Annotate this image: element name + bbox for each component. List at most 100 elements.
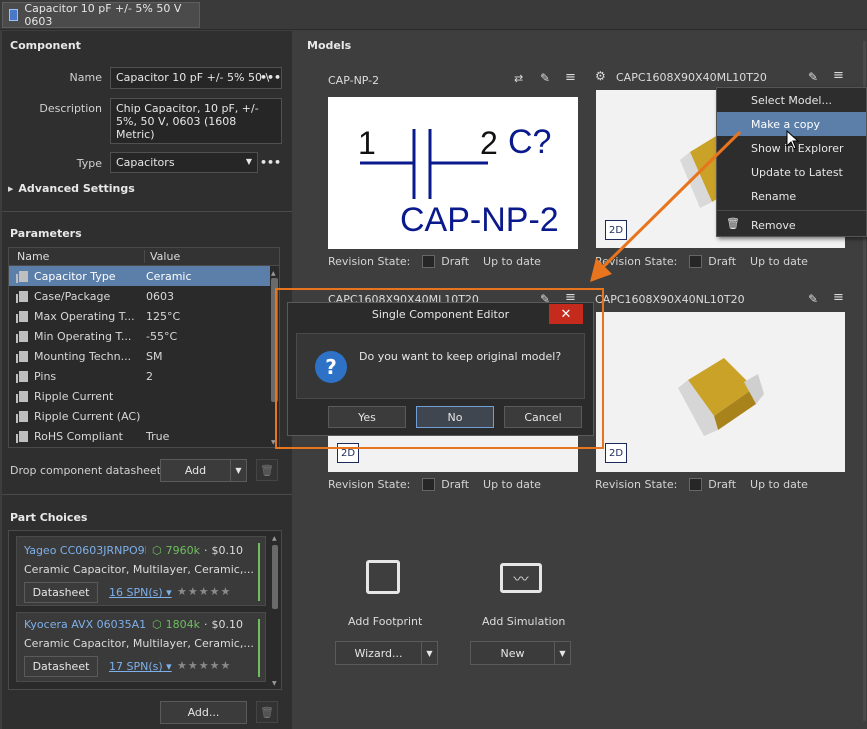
menu-icon[interactable]: ≡ <box>833 290 844 305</box>
parameter-value-cell: True <box>146 429 170 443</box>
table-row[interactable]: Case/Package 0603 <box>9 286 279 306</box>
menu-icon[interactable]: ≡ <box>833 68 844 83</box>
parameter-name: Mounting Techn... <box>34 349 132 363</box>
mouse-cursor-icon <box>786 130 800 150</box>
parameter-document-icon <box>16 350 28 363</box>
draft-checkbox[interactable] <box>422 255 436 268</box>
draft-checkbox[interactable] <box>689 478 703 491</box>
trash-icon[interactable]: 🗑 <box>256 459 278 481</box>
menu-icon[interactable]: ≡ <box>565 70 576 85</box>
column-header-value[interactable]: Value <box>144 250 279 263</box>
part-choice-stock: ⬡ 7960k · $0.10 <box>152 544 243 557</box>
datasheet-add-button[interactable]: Add ▼ <box>160 459 247 482</box>
parameter-document-icon <box>16 330 28 343</box>
price: $0.10 <box>211 544 243 557</box>
table-row[interactable]: Pins 2 <box>9 366 279 386</box>
draft-label: Draft <box>708 478 737 491</box>
parameter-document-icon <box>16 270 28 283</box>
advanced-settings-toggle[interactable]: ▶ Advanced Settings <box>8 182 135 195</box>
part-choice-link[interactable]: Kyocera AVX 06035A100... <box>24 618 146 631</box>
chevron-down-icon[interactable]: ▼ <box>230 460 246 481</box>
part-choice-card[interactable]: Kyocera AVX 06035A100... ⬡ 1804k · $0.10… <box>16 612 266 682</box>
status-label: Up to date <box>483 478 541 491</box>
edit-pencil-icon[interactable]: ✎ <box>540 71 550 85</box>
trash-icon[interactable]: 🗑 <box>256 701 278 723</box>
parameter-name: RoHS Compliant <box>34 429 123 443</box>
caret-right-icon: ▶ <box>8 184 14 193</box>
part-choice-card[interactable]: Yageo CC0603JRNPO9BN ⬡ 7960k · $0.10 Cer… <box>16 536 266 606</box>
spn-dropdown[interactable]: 17 SPN(s) ▾ <box>109 660 172 673</box>
model-card-title: CAPC1608X90X40NL10T20 <box>595 293 745 306</box>
table-row[interactable]: Ripple Current <box>9 386 279 406</box>
chevron-down-icon[interactable]: ▼ <box>554 642 570 664</box>
parameter-value-cell: 0603 <box>146 289 174 303</box>
advanced-settings-label: Advanced Settings <box>18 182 135 195</box>
document-tab[interactable]: Capacitor 10 pF +/- 5% 50 V 0603 <box>2 2 200 28</box>
revision-label: Revision State: <box>328 478 411 491</box>
parameter-name-cell: Min Operating T... <box>9 330 144 343</box>
status-label: Up to date <box>750 255 808 268</box>
datasheet-drop-label: Drop component datasheet <box>10 464 162 477</box>
description-field-value: Chip Capacitor, 10 pF, +/- 5%, 50 V, 060… <box>116 102 259 141</box>
spn-dropdown[interactable]: 16 SPN(s) ▾ <box>109 586 172 599</box>
model-card-title: CAP-NP-2 <box>328 74 380 87</box>
revision-state-row: Revision State: Draft Up to date <box>595 478 808 491</box>
table-row[interactable]: Mounting Techn... SM <box>9 346 279 366</box>
parameter-name: Ripple Current (AC) <box>34 409 141 423</box>
chevron-down-icon[interactable]: ▼ <box>421 642 437 664</box>
revision-label: Revision State: <box>328 255 411 268</box>
add-footprint-label: Add Footprint <box>348 615 423 628</box>
table-row[interactable]: Max Operating T... 125°C <box>9 306 279 326</box>
type-select-value: Capacitors <box>116 156 175 169</box>
name-field[interactable]: Capacitor 10 pF +/- 5% 50 \ <box>110 67 282 89</box>
part-choice-description: Ceramic Capacitor, Multilayer, Ceramic,.… <box>24 563 254 576</box>
part-choices-scrollbar[interactable]: ▲ ▼ <box>272 535 279 687</box>
type-more-button[interactable]: ••• <box>260 156 281 169</box>
stock-count: 1804k <box>165 618 200 631</box>
footprint-chip-icon <box>366 560 400 594</box>
parameter-value-cell: 125°C <box>146 309 181 323</box>
parameter-name-cell: Ripple Current <box>9 390 144 403</box>
datasheet-button[interactable]: Datasheet <box>24 656 98 677</box>
revision-state-row: Revision State: Draft Up to date <box>328 478 541 491</box>
edit-pencil-icon[interactable]: ✎ <box>808 70 818 84</box>
part-choice-description: Ceramic Capacitor, Multilayer, Ceramic,.… <box>24 637 254 650</box>
parameter-document-icon <box>16 390 28 403</box>
rating-stars: ★★★★★ <box>177 659 232 672</box>
schematic-preview[interactable]: 1 2 C? CAP-NP-2 <box>328 97 578 249</box>
name-more-button[interactable]: ••• <box>260 71 281 84</box>
symbol-designator: C? <box>508 123 552 161</box>
pin-mapping-icon[interactable]: ⇄ <box>514 72 523 85</box>
pin2-number: 2 <box>480 125 498 161</box>
part-choice-stock: ⬡ 1804k · $0.10 <box>152 618 243 631</box>
footprint-wizard-button[interactable]: Wizard... ▼ <box>335 641 438 665</box>
simulation-new-button[interactable]: New ▼ <box>470 641 571 665</box>
table-row[interactable]: RoHS Compliant True <box>9 426 279 446</box>
pin1-number: 1 <box>358 125 376 161</box>
description-field[interactable]: Chip Capacitor, 10 pF, +/- 5%, 50 V, 060… <box>110 98 282 144</box>
type-label: Type <box>76 157 102 170</box>
edit-pencil-icon[interactable]: ✎ <box>808 292 818 306</box>
parameter-value-cell: 2 <box>146 369 153 383</box>
divider <box>2 494 292 495</box>
component-chip-icon <box>9 9 19 21</box>
draft-checkbox[interactable] <box>422 478 436 491</box>
table-row[interactable]: Min Operating T... -55°C <box>9 326 279 346</box>
part-choice-link[interactable]: Yageo CC0603JRNPO9BN <box>24 544 146 557</box>
name-field-value: Capacitor 10 pF +/- 5% 50 \ <box>116 71 270 84</box>
type-select[interactable]: Capacitors ▼ <box>110 152 258 173</box>
part-choices-add-button[interactable]: Add... <box>160 701 247 724</box>
datasheet-button[interactable]: Datasheet <box>24 582 98 603</box>
spn-label: 17 SPN(s) <box>109 660 163 673</box>
price: $0.10 <box>211 618 243 631</box>
parameter-name-cell: Pins <box>9 370 144 383</box>
parameters-table-header: Name Value <box>9 248 279 266</box>
table-row[interactable]: Ripple Current (AC) <box>9 406 279 426</box>
table-row[interactable]: Capacitor Type Ceramic <box>9 266 279 286</box>
column-header-name[interactable]: Name <box>9 250 144 263</box>
3d-preview[interactable]: 2D <box>596 312 845 472</box>
menu-item-select-model[interactable]: Select Model... <box>717 88 866 112</box>
parameter-value-cell: Ceramic <box>146 269 192 283</box>
part-choices-section-title: Part Choices <box>10 511 88 524</box>
2d-badge[interactable]: 2D <box>605 443 627 463</box>
